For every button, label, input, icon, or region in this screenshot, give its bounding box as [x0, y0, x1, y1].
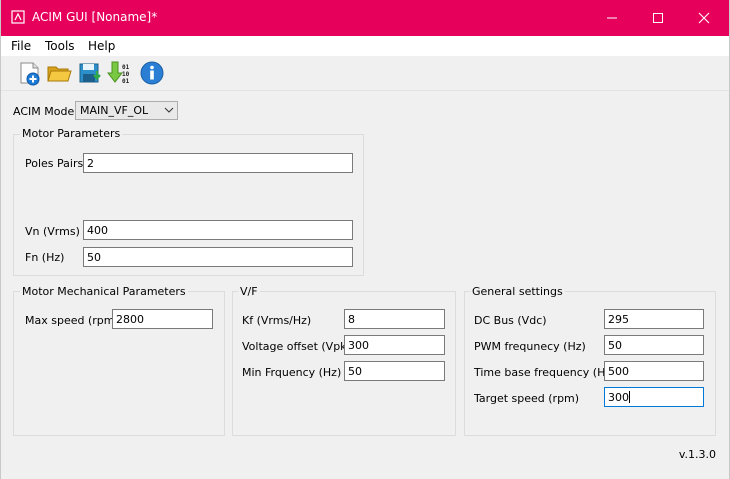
min-frequency-label: Min Frquency (Hz) — [242, 366, 342, 379]
target-speed-input[interactable]: 300 — [604, 387, 704, 407]
voltage-offset-label: Voltage offset (Vpk) — [242, 340, 351, 353]
time-base-input[interactable]: 500 — [604, 361, 704, 381]
minimize-button[interactable] — [589, 0, 635, 36]
acim-mode-select[interactable]: MAIN_VF_OL — [75, 101, 178, 120]
open-folder-icon[interactable] — [46, 60, 72, 86]
maximize-icon — [653, 13, 663, 23]
voltage-offset-input[interactable]: 300 — [344, 335, 445, 355]
version-label: v.1.3.0 — [678, 448, 716, 461]
mechanical-parameters-title: Motor Mechanical Parameters — [20, 285, 188, 298]
max-speed-label: Max speed (rpm) — [25, 314, 119, 327]
acim-mode-value: MAIN_VF_OL — [80, 104, 149, 117]
save-icon[interactable] — [78, 60, 104, 86]
svg-text:10: 10 — [122, 71, 130, 78]
window-title: ACIM GUI [Noname]* — [32, 10, 158, 24]
target-speed-value: 300 — [608, 391, 629, 404]
max-speed-input[interactable]: 2800 — [112, 309, 213, 329]
dc-bus-input[interactable]: 295 — [604, 309, 704, 329]
poles-pairs-label: Poles Pairs — [25, 157, 84, 170]
vn-input[interactable]: 400 — [83, 220, 353, 240]
fn-label: Fn (Hz) — [25, 251, 65, 264]
menu-bar: File Tools Help — [1, 36, 729, 56]
target-speed-label: Target speed (rpm) — [474, 392, 580, 405]
kf-input[interactable]: 8 — [344, 309, 445, 329]
menu-file[interactable]: File — [11, 39, 31, 53]
close-icon — [698, 12, 710, 24]
motor-parameters-title: Motor Parameters — [20, 127, 123, 140]
chevron-down-icon — [164, 107, 174, 113]
vf-title: V/F — [238, 285, 260, 298]
menu-tools[interactable]: Tools — [45, 39, 75, 53]
poles-pairs-input[interactable]: 2 — [83, 153, 353, 173]
kf-label: Kf (Vrms/Hz) — [242, 314, 312, 327]
toolbar: 01 10 01 — [1, 56, 729, 91]
svg-text:01: 01 — [122, 78, 130, 85]
new-file-icon[interactable] — [17, 60, 43, 86]
download-binary-icon[interactable]: 01 10 01 — [106, 60, 133, 86]
info-icon[interactable] — [139, 60, 165, 86]
time-base-label: Time base frequency (Hz) — [474, 366, 616, 379]
svg-text:01: 01 — [122, 64, 130, 71]
general-settings-title: General settings — [470, 285, 565, 298]
text-caret — [629, 391, 630, 403]
app-window: ACIM GUI [Noname]* File Tools Help 01 10… — [0, 0, 730, 479]
maximize-button[interactable] — [635, 0, 681, 36]
vn-label: Vn (Vrms) — [25, 225, 80, 238]
fn-input[interactable]: 50 — [83, 247, 353, 267]
app-icon — [11, 10, 25, 24]
min-frequency-input[interactable]: 50 — [344, 361, 445, 381]
menu-help[interactable]: Help — [88, 39, 115, 53]
title-bar: ACIM GUI [Noname]* — [1, 0, 729, 36]
close-button[interactable] — [681, 0, 727, 36]
minimize-icon — [607, 17, 617, 19]
pwm-frequency-input[interactable]: 50 — [604, 335, 704, 355]
dc-bus-label: DC Bus (Vdc) — [474, 314, 547, 327]
pwm-frequency-label: PWM frequnecy (Hz) — [474, 340, 586, 353]
acim-mode-label: ACIM Mode — [13, 105, 75, 118]
